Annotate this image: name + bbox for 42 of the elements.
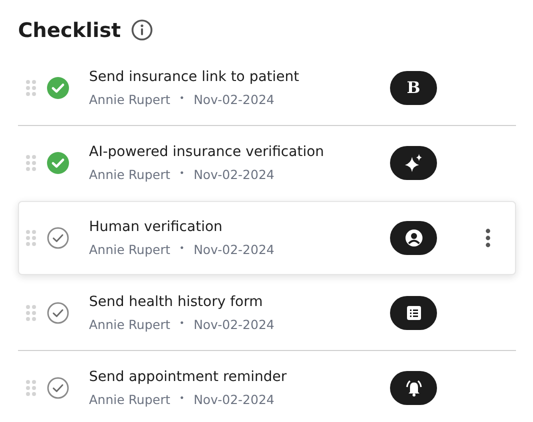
action-button[interactable] (390, 296, 437, 330)
assignee-name: Annie Rupert (89, 166, 170, 184)
check-icon[interactable] (47, 227, 69, 249)
drag-handle-icon[interactable] (25, 379, 37, 397)
task-title: Send appointment reminder (89, 368, 288, 387)
separator-dot: • (179, 243, 185, 256)
assignee-name: Annie Rupert (89, 316, 170, 334)
task-date: Nov-02-2024 (194, 240, 274, 259)
action-button[interactable] (390, 371, 437, 405)
more-options-icon[interactable] (485, 228, 491, 248)
task-title: Human verification (89, 218, 224, 237)
task-date: Nov-02-2024 (194, 316, 274, 334)
task-date: Nov-02-2024 (194, 166, 274, 184)
task-date: Nov-02-2024 (194, 390, 274, 409)
check-icon[interactable] (47, 152, 69, 174)
drag-handle-icon[interactable] (25, 304, 37, 322)
user-icon (404, 228, 424, 248)
check-icon[interactable] (47, 77, 69, 99)
task-title: Send insurance link to patient (89, 68, 300, 87)
task-title: AI-powered insurance verification (89, 142, 326, 162)
checklist-title: Checklist (18, 17, 121, 44)
drag-handle-icon[interactable] (25, 154, 37, 172)
assignee-name: Annie Rupert (89, 240, 170, 259)
separator-dot: • (179, 393, 185, 406)
assignee-name: Annie Rupert (89, 90, 170, 109)
list-icon (406, 305, 422, 321)
task-title: Send health history form (89, 292, 264, 312)
selected-row[interactable]: Human verification Annie Rupert • Nov-02-2024 (18, 201, 516, 275)
drag-handle-icon[interactable] (25, 229, 37, 247)
check-icon[interactable] (47, 377, 69, 399)
action-button[interactable] (390, 221, 437, 255)
sparkle-icon (402, 152, 424, 174)
action-button[interactable]: B (390, 71, 437, 105)
separator-dot: • (179, 318, 185, 332)
task-date: Nov-02-2024 (194, 90, 274, 109)
drag-handle-icon[interactable] (25, 79, 37, 97)
separator-dot: • (179, 93, 185, 106)
info-icon[interactable] (130, 19, 153, 41)
check-icon[interactable] (47, 302, 69, 324)
separator-dot: • (179, 168, 185, 182)
action-button[interactable] (390, 146, 437, 180)
assignee-name: Annie Rupert (89, 390, 170, 409)
